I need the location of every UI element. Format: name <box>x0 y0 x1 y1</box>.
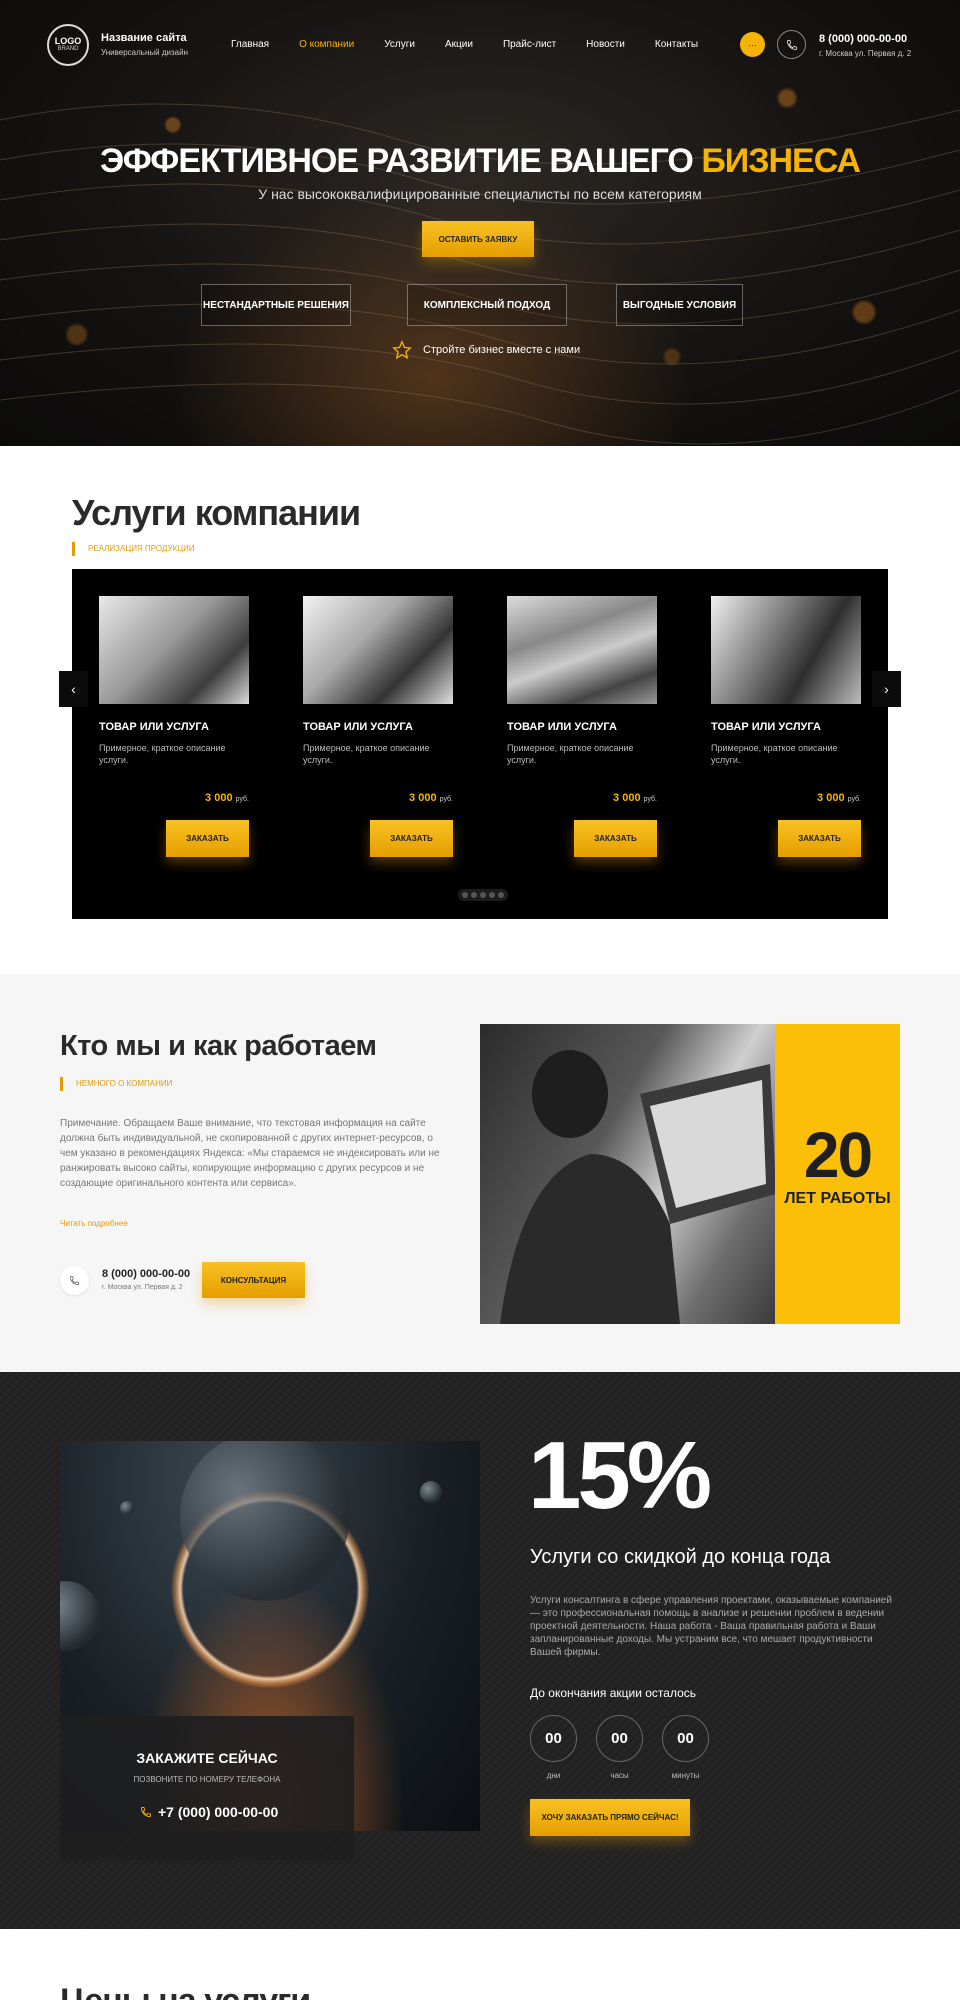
discount-percent: 15% <box>528 1422 712 1529</box>
pagination-dot[interactable] <box>462 892 468 898</box>
order-phone[interactable]: +7 (000) 000-00-00 <box>140 1804 278 1820</box>
about-address: г. Москва ул. Первая д. 2 <box>102 1284 183 1291</box>
order-now-title: ЗАКАЖИТЕ СЕЙЧАС <box>136 1750 278 1766</box>
order-now-subtitle: ПОЗВОНИТЕ ПО НОМЕРУ ТЕЛЕФОНА <box>133 1775 281 1784</box>
order-phone-number: +7 (000) 000-00-00 <box>158 1804 279 1820</box>
consultation-button[interactable]: КОНСУЛЬТАЦИЯ <box>202 1262 305 1298</box>
service-card-image[interactable] <box>507 596 657 704</box>
hero-subtitle: У нас высококвалифицированные специалист… <box>258 186 702 202</box>
about-text: Примечание. Обращаем Ваше внимание, что … <box>60 1118 440 1189</box>
phone-icon <box>60 1266 89 1295</box>
timer-minutes: 00 <box>662 1715 709 1762</box>
price-value: 3 000 <box>409 792 437 804</box>
promo-title: Услуги со скидкой до конца года <box>530 1546 831 1568</box>
phone-icon <box>141 1807 151 1817</box>
main-nav: Главная О компании Услуги Акции Прайс-ли… <box>231 39 728 50</box>
service-card-price: 3 000 руб. <box>303 792 453 804</box>
service-card-desc: Примерное, краткое описание услуги. <box>507 743 634 765</box>
price-currency: руб. <box>235 796 249 803</box>
nav-item-about[interactable]: О компании <box>299 39 354 50</box>
nav-item-services[interactable]: Услуги <box>384 39 415 50</box>
order-now-button[interactable]: ХОЧУ ЗАКАЗАТЬ ПРЯМО СЕЙЧАС! <box>530 1799 690 1836</box>
about-title: Кто мы и как работаем <box>60 1030 377 1062</box>
laptop-illustration <box>500 1050 776 1324</box>
timer-hours-label: часы <box>610 1771 629 1780</box>
about-phone[interactable]: 8 (000) 000-00-00 <box>102 1268 190 1280</box>
hero-title-highlight: БИЗНЕСА <box>701 142 861 180</box>
about-label: НЕМНОГО О КОМПАНИИ <box>60 1077 172 1091</box>
service-card-desc: Примерное, краткое описание услуги. <box>303 743 430 765</box>
hero-title-main: ЭФФЕКТИВНОЕ РАЗВИТИЕ ВАШЕГО <box>99 142 694 180</box>
service-card-price: 3 000 руб. <box>99 792 249 804</box>
promo-text: Услуги консалтинга в сфере управления пр… <box>530 1595 892 1658</box>
pagination-dot[interactable] <box>471 892 477 898</box>
nav-item-promotions[interactable]: Акции <box>445 39 473 50</box>
years-number: 20 <box>803 1119 873 1191</box>
service-card-desc: Примерное, краткое описание услуги. <box>711 743 838 765</box>
service-card-price: 3 000 руб. <box>507 792 657 804</box>
prices-title: Цены на услуги <box>60 1982 311 2000</box>
carousel-pagination <box>458 889 508 901</box>
order-button[interactable]: ЗАКАЗАТЬ <box>370 820 453 857</box>
service-card-title[interactable]: ТОВАР ИЛИ УСЛУГА <box>303 721 413 733</box>
order-button[interactable]: ЗАКАЗАТЬ <box>166 820 249 857</box>
price-currency: руб. <box>847 796 861 803</box>
logo-text: LOGO <box>54 36 82 46</box>
hero-title: ЭФФЕКТИВНОЕ РАЗВИТИЕ ВАШЕГО БИЗНЕСА <box>0 142 960 181</box>
services-label: РЕАЛИЗАЦИЯ ПРОДУКЦИИ <box>72 542 195 556</box>
planet-illustration <box>60 1581 100 1651</box>
price-value: 3 000 <box>817 792 845 804</box>
about-photo <box>480 1024 776 1324</box>
star-icon <box>392 340 412 360</box>
order-button[interactable]: ЗАКАЗАТЬ <box>574 820 657 857</box>
service-card-desc: Примерное, краткое описание услуги. <box>99 743 226 765</box>
pagination-dot[interactable] <box>498 892 504 898</box>
carousel-next-button[interactable]: › <box>872 671 901 707</box>
price-currency: руб. <box>643 796 657 803</box>
pagination-dot[interactable] <box>480 892 486 898</box>
price-value: 3 000 <box>613 792 641 804</box>
service-card-price: 3 000 руб. <box>711 792 861 804</box>
planet-illustration <box>120 1501 134 1515</box>
order-now-box <box>60 1716 354 1860</box>
nav-item-price-list[interactable]: Прайс-лист <box>503 39 556 50</box>
price-currency: руб. <box>439 796 453 803</box>
nav-item-home[interactable]: Главная <box>231 39 269 50</box>
feature-favorable-terms: ВЫГОДНЫЕ УСЛОВИЯ <box>616 284 743 326</box>
ellipsis-icon[interactable]: ··· <box>740 32 765 57</box>
service-card-image[interactable] <box>99 596 249 704</box>
timer-days: 00 <box>530 1715 577 1762</box>
service-card-image[interactable] <box>711 596 861 704</box>
order-button[interactable]: ЗАКАЗАТЬ <box>778 820 861 857</box>
service-card-title[interactable]: ТОВАР ИЛИ УСЛУГА <box>99 721 209 733</box>
logo[interactable]: LOGO BRAND <box>47 24 89 66</box>
timer-minutes-label: минуты <box>671 1771 700 1780</box>
services-title: Услуги компании <box>72 492 361 533</box>
service-card-title[interactable]: ТОВАР ИЛИ УСЛУГА <box>711 721 821 733</box>
header-phone[interactable]: 8 (000) 000-00-00 <box>819 33 907 45</box>
feature-complex-approach: КОМПЛЕКСНЫЙ ПОДХОД <box>407 284 567 326</box>
planet-illustration <box>420 1481 442 1503</box>
years-label: ЛЕТ РАБОТЫ <box>784 1190 891 1207</box>
nav-item-contacts[interactable]: Контакты <box>655 39 698 50</box>
feature-nonstandard-solutions: НЕСТАНДАРТНЫЕ РЕШЕНИЯ <box>201 284 351 326</box>
header-address: г. Москва ул. Первая д. 2 <box>819 49 912 58</box>
site-subtitle: Универсальный дизайн <box>101 48 188 57</box>
service-card-title[interactable]: ТОВАР ИЛИ УСЛУГА <box>507 721 617 733</box>
price-value: 3 000 <box>205 792 233 804</box>
service-card-image[interactable] <box>303 596 453 704</box>
logo-subtext: BRAND <box>57 46 79 52</box>
carousel-prev-button[interactable]: ‹ <box>59 671 88 707</box>
phone-icon[interactable] <box>777 30 806 59</box>
timer-hours: 00 <box>596 1715 643 1762</box>
site-name[interactable]: Название сайта <box>101 32 187 44</box>
planet-illustration <box>180 1441 350 1601</box>
pagination-dot[interactable] <box>489 892 495 898</box>
timer-days-label: дни <box>546 1771 561 1780</box>
read-more-link[interactable]: Читать подробнее <box>60 1219 128 1228</box>
countdown-label: До окончания акции осталось <box>530 1686 697 1700</box>
hero-cta-text: Стройте бизнес вместе с нами <box>423 344 581 356</box>
submit-request-button[interactable]: ОСТАВИТЬ ЗАЯВКУ <box>422 221 534 257</box>
nav-item-news[interactable]: Новости <box>586 39 625 50</box>
